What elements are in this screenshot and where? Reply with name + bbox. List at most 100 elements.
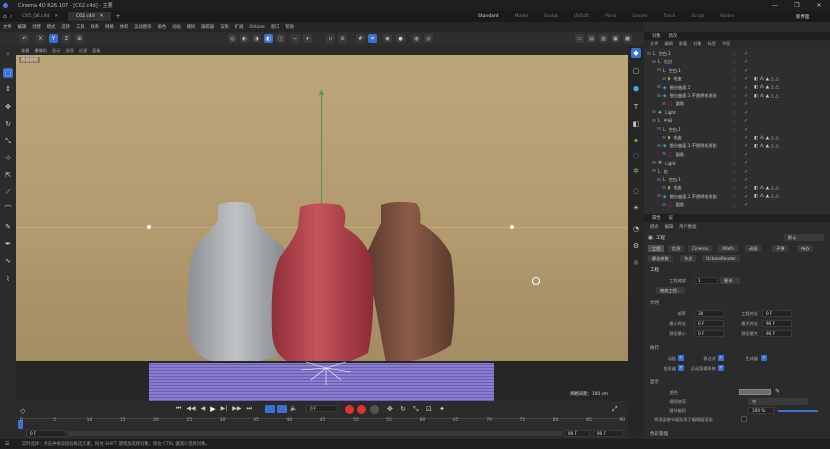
menu-file[interactable]: 文件 [3, 24, 12, 30]
axis-z-button[interactable]: Z [62, 34, 71, 43]
object-row[interactable]: ⊟ L 空白.1 ⁝ ✓ [644, 176, 830, 184]
axis-x-button[interactable]: X [36, 34, 45, 43]
min-time-field[interactable]: 0 F [694, 320, 724, 327]
y-axis-handle[interactable] [321, 93, 322, 205]
attr-tab-static[interactable]: 静态参数 [648, 255, 673, 262]
enabled-check-icon[interactable]: ✓ [744, 85, 748, 91]
lod-slider[interactable] [778, 410, 818, 412]
menu-render[interactable]: 渲染 [220, 24, 229, 30]
viewport-solo-icon[interactable]: ● [396, 34, 405, 43]
attr-tab-project[interactable]: 工程 [648, 245, 665, 252]
object-row[interactable]: ⊟ ◈ 细分曲面.1 ⁝ ✓ ◧ ⁂ ▲ △ △ [644, 84, 830, 92]
expand-icon[interactable]: ⊟ [662, 102, 666, 107]
move-arrows-icon[interactable]: ✥ [3, 102, 13, 112]
minimize-button[interactable]: — [764, 0, 786, 11]
rot-key-icon[interactable]: ↻ [400, 405, 406, 413]
object-row[interactable]: ⊟ ☀ Light ⁝ ✓ [644, 159, 830, 167]
close-button[interactable]: ✕ [808, 0, 830, 11]
auto-key-icon[interactable] [357, 405, 366, 414]
timeline-mode-icon[interactable] [277, 405, 287, 413]
camera-icon[interactable]: ◌ [631, 186, 641, 196]
eyedropper-icon[interactable]: ✎ [775, 388, 780, 395]
select-icon[interactable]: ⬚ [3, 68, 13, 78]
om-menu-tags[interactable]: 标签 [708, 41, 716, 47]
menu-volume[interactable]: 体积 [120, 24, 129, 30]
attr-tab-octane[interactable]: OctaneRender [702, 255, 740, 262]
om-menu-edit[interactable]: 编辑 [664, 41, 672, 47]
menu-extensions[interactable]: 扩展 [235, 24, 244, 30]
visibility-dots-icon[interactable]: ⁝ [734, 94, 735, 99]
prev-key-icon[interactable]: ◀◀ [186, 405, 195, 413]
enabled-check-icon[interactable]: ✓ [744, 93, 748, 99]
expand-icon[interactable]: ⊟ [657, 127, 661, 132]
visibility-dots-icon[interactable]: ⁝ [734, 60, 735, 65]
max-frame-field[interactable]: 90 F [593, 430, 623, 437]
record-icon[interactable] [345, 405, 354, 414]
enabled-check-icon[interactable]: ✓ [744, 185, 748, 191]
menu-mesh[interactable]: 网格 [105, 24, 114, 30]
vp-menu-view[interactable]: 查看 [21, 48, 29, 54]
tag-icons[interactable]: ◧ ⁂ ▲ △ △ [754, 85, 779, 90]
tag-icons[interactable]: ◧ ⁂ ▲ △ △ [754, 144, 779, 149]
layout-nodes[interactable]: Nodes [720, 14, 734, 19]
field-icon[interactable]: ✲ [631, 166, 641, 176]
preview-max-field[interactable]: 90 F [762, 330, 792, 337]
close-tab-icon[interactable]: ✕ [54, 14, 58, 19]
start-frame-field[interactable]: 0 F [26, 430, 66, 437]
sound-icon[interactable]: 🔈 [290, 405, 297, 412]
tag-icons[interactable]: ◧ ⁂ ▲ △ △ [754, 77, 779, 82]
object-row[interactable]: ⊟ L 右 ⁝ ✓ [644, 168, 830, 176]
brush-icon[interactable]: ⌒ [3, 204, 13, 214]
object-row[interactable]: ⊟ L 左边 ⁝ ✓ [644, 58, 830, 66]
render-active-icon[interactable]: ◑ [252, 34, 261, 43]
cube-icon[interactable]: ⬢ [631, 84, 641, 94]
expand-icon[interactable]: ⊟ [652, 60, 656, 65]
expand-icon[interactable]: ⊟ [662, 203, 666, 208]
scale-key-icon[interactable]: ⤡ [413, 405, 419, 414]
y-axis-arrow-icon[interactable]: ▲ [317, 89, 326, 96]
timeline-zoom-icon[interactable]: ⤢ [612, 405, 618, 414]
object-row[interactable]: ⊟ L 空白.1 ⁝ ✓ [644, 50, 830, 58]
tag-icons[interactable]: ◧ ⁂ ▲ △ △ [754, 94, 779, 99]
knife-icon[interactable]: ⟋ [3, 187, 13, 197]
enabled-check-icon[interactable]: ✓ [744, 143, 748, 149]
visibility-dots-icon[interactable]: ⁝ [734, 68, 735, 73]
home-icon[interactable]: ⌂ [3, 13, 7, 20]
object-row[interactable]: ⊟ ◗ 毛皮 ⁝ ✓ ◧ ⁂ ▲ △ △ [644, 184, 830, 192]
expand-icon[interactable]: ⊟ [657, 144, 661, 149]
layout-paint[interactable]: Paint [605, 14, 616, 19]
visibility-dots-icon[interactable]: ⁝ [734, 110, 735, 115]
menu-tools[interactable]: 工具 [76, 24, 85, 30]
enabled-check-icon[interactable]: ✓ [744, 101, 748, 107]
material-icon[interactable]: ⚙ [631, 241, 641, 251]
lock-icon[interactable]: ◍ [412, 34, 421, 43]
om-menu-view[interactable]: 查看 [679, 41, 687, 47]
expand-icon[interactable]: ⊟ [662, 136, 666, 141]
expand-icon[interactable]: ⊟ [657, 178, 661, 183]
sky-icon[interactable]: ◔ [631, 224, 641, 234]
expand-icon[interactable]: ⊟ [662, 186, 666, 191]
enabled-check-icon[interactable]: ✓ [744, 59, 748, 65]
new-layout-button[interactable]: 新界面 [796, 12, 810, 21]
go-start-icon[interactable]: ⏮ [176, 405, 181, 413]
enabled-check-icon[interactable]: ✓ [744, 110, 748, 116]
vp-menu-panel[interactable]: 面板 [92, 48, 100, 54]
spline-icon[interactable]: ∿ [3, 256, 13, 266]
am-menu-userdata[interactable]: 用户数据 [679, 224, 696, 230]
paint-icon[interactable]: ✎ [3, 222, 13, 232]
layout-script[interactable]: Script [691, 14, 704, 19]
fps-field[interactable]: 30 [694, 310, 724, 317]
render-region-icon[interactable]: ◐ [240, 34, 249, 43]
menu-character[interactable]: 角色 [158, 24, 167, 30]
object-row[interactable]: ⊟ ▢ 圆角 ⁝ ✓ [644, 201, 830, 209]
attr-tab-cinema[interactable]: Cinema [688, 245, 712, 252]
enabled-check-icon[interactable]: ✓ [744, 118, 748, 124]
enabled-check-icon[interactable]: ✓ [744, 127, 748, 133]
transform-icon[interactable]: ⊹ [3, 153, 13, 163]
object-row[interactable]: ⊟ L 空白.1 ⁝ ✓ [644, 67, 830, 75]
visibility-dots-icon[interactable]: ⁝ [734, 144, 735, 149]
menu-octane[interactable]: Octane [249, 25, 264, 30]
enabled-check-icon[interactable]: ✓ [744, 135, 748, 141]
light-icon[interactable]: ☀ [631, 203, 641, 213]
prev-frame-icon[interactable]: ◀ [201, 405, 206, 413]
